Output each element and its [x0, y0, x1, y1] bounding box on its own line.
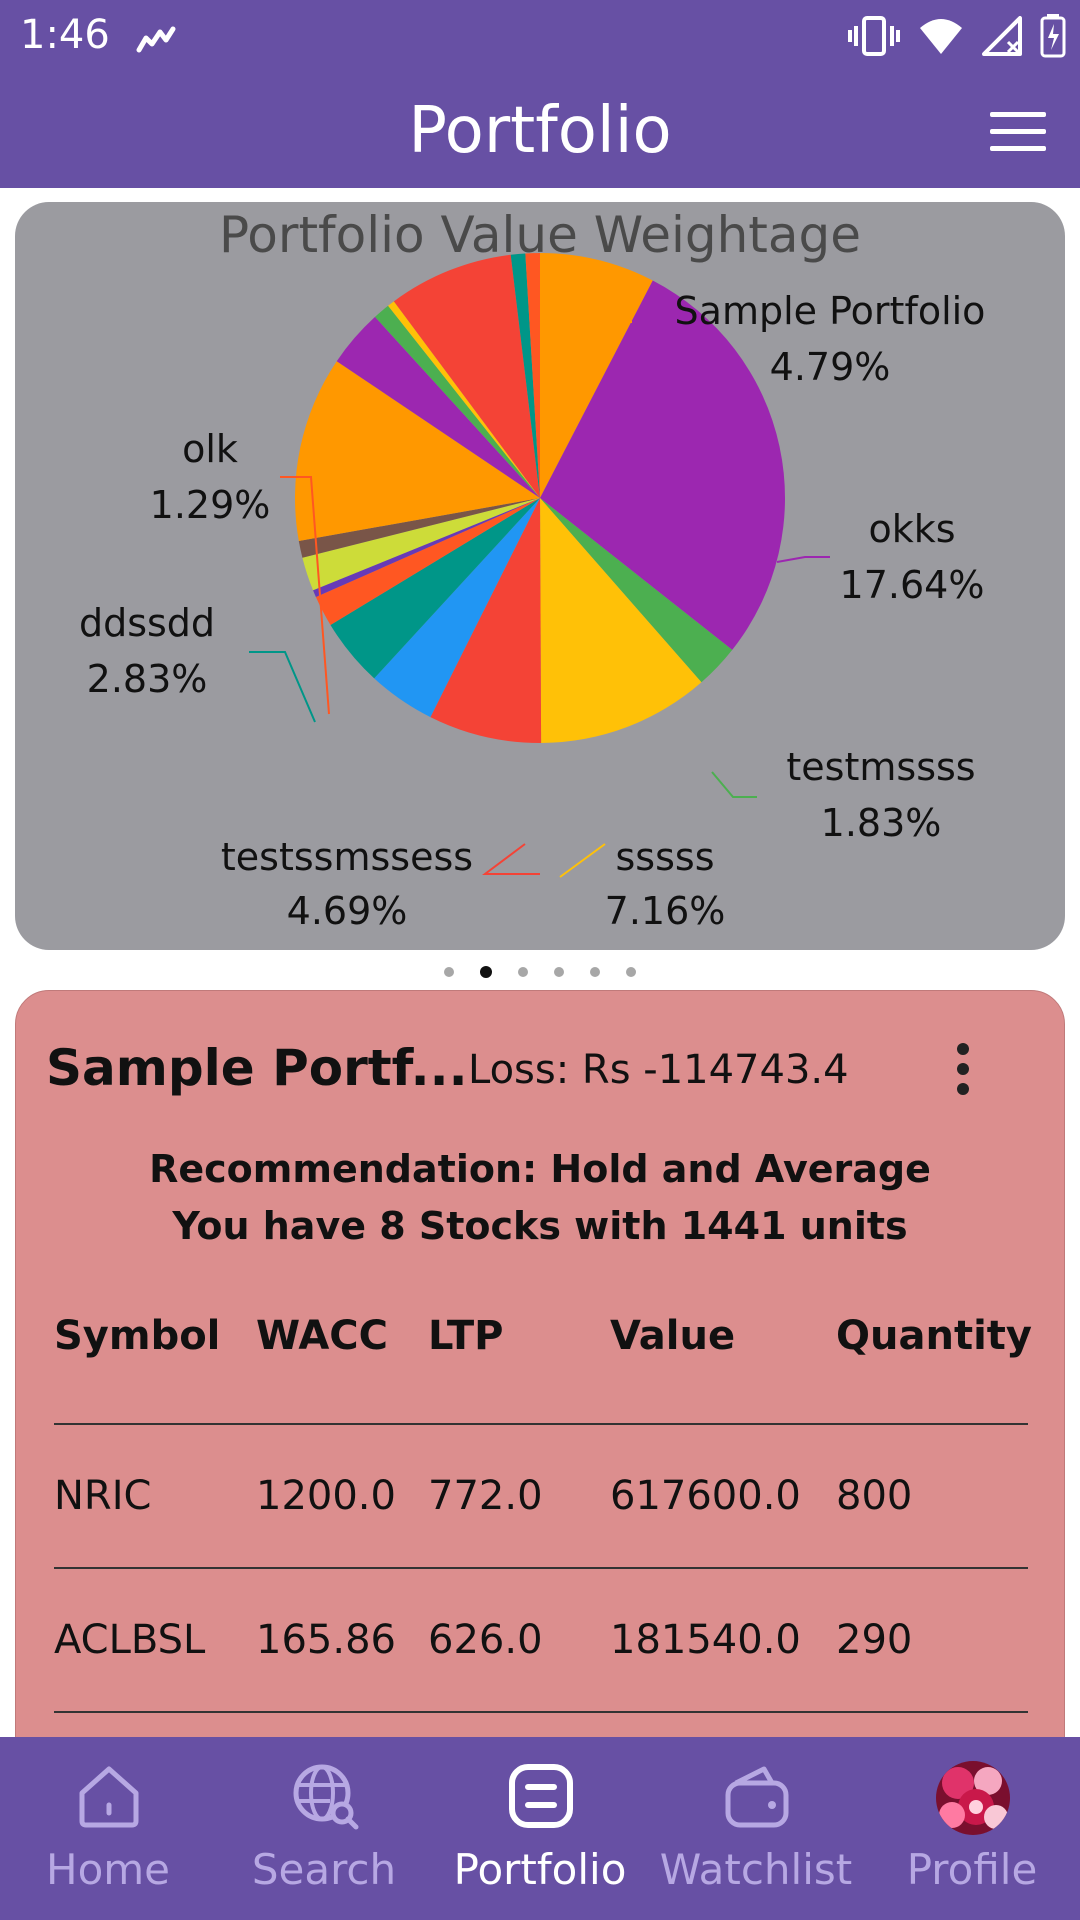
- chart-card[interactable]: Portfolio Value Weightage Sample Portfol…: [15, 202, 1065, 950]
- slice-percent: 4.69%: [287, 889, 408, 933]
- nav-label: Profile: [906, 1845, 1038, 1894]
- loss-label: Loss: Rs -114743.4: [468, 1047, 849, 1093]
- cell-wacc: 165.86: [256, 1617, 396, 1663]
- portfolio-icon: [509, 1764, 573, 1828]
- column-header-symbol: Symbol: [54, 1313, 221, 1359]
- nav-label: Portfolio: [453, 1845, 627, 1894]
- column-header-value: Value: [610, 1313, 736, 1359]
- table-header: Symbol WACC LTP Value Quantity: [54, 1313, 1032, 1413]
- leader-line: [711, 771, 757, 798]
- wallet-icon: [725, 1766, 789, 1828]
- slice-label: ddssdd: [79, 601, 215, 645]
- avatar-image: [936, 1761, 1010, 1835]
- nav-item-watchlist[interactable]: Watchlist: [648, 1737, 864, 1920]
- recommendation-text: Recommendation: Hold and Average: [149, 1147, 931, 1191]
- slice-label: Sample Portfolio: [675, 289, 986, 333]
- menu-button[interactable]: [990, 112, 1046, 152]
- status-time: 1:46: [20, 12, 110, 58]
- nav-item-profile[interactable]: Profile: [864, 1737, 1080, 1920]
- app-bar: Portfolio: [0, 76, 1080, 188]
- portfolio-name: Sample Portf...: [46, 1039, 468, 1097]
- nav-item-portfolio[interactable]: Portfolio: [432, 1737, 648, 1920]
- avatar: [936, 1761, 1010, 1835]
- table-row[interactable]: NRIC 1200.0 772.0 617600.0 800: [54, 1423, 1028, 1567]
- notification-icon: [136, 26, 176, 53]
- cell-ltp: 772.0: [428, 1473, 543, 1519]
- vibrate-icon: [848, 16, 900, 56]
- pager-dots: [0, 966, 1080, 978]
- slice-label: testmssss: [786, 745, 975, 789]
- slice-label: sssss: [616, 835, 715, 879]
- cell-symbol: ACLBSL: [54, 1617, 206, 1663]
- slice-percent: 2.83%: [87, 657, 208, 701]
- cell-ltp: 626.0: [428, 1617, 543, 1663]
- column-header-wacc: WACC: [256, 1313, 388, 1359]
- pager-dot[interactable]: [590, 967, 600, 977]
- pager-dot[interactable]: [626, 967, 636, 977]
- nav-item-search[interactable]: Search: [216, 1737, 432, 1920]
- leader-line: [482, 843, 540, 875]
- menu-icon-line: [990, 146, 1046, 151]
- globe-search-icon: [293, 1764, 359, 1830]
- leader-line: [559, 843, 606, 878]
- slice-label: olk: [182, 427, 238, 471]
- menu-icon-line: [990, 112, 1046, 117]
- battery-icon: [1040, 14, 1066, 58]
- column-header-quantity: Quantity: [836, 1313, 1032, 1359]
- menu-icon-line: [990, 129, 1046, 134]
- more-icon-dot: [957, 1063, 969, 1075]
- cell-quantity: 290: [836, 1617, 913, 1663]
- slice-percent: 7.16%: [605, 889, 726, 933]
- cell-value: 181540.0: [610, 1617, 801, 1663]
- home-icon: [79, 1766, 139, 1828]
- pager-dot-active[interactable]: [480, 966, 492, 978]
- signal-icon: [982, 16, 1022, 56]
- table-row[interactable]: ACLBSL 165.86 626.0 181540.0 290: [54, 1567, 1028, 1711]
- slice-label: testssmssess: [221, 835, 473, 879]
- portfolio-card[interactable]: Sample Portf... Loss: Rs -114743.4 Recom…: [15, 990, 1065, 1750]
- nav-label: Watchlist: [659, 1845, 853, 1894]
- pager-dot[interactable]: [444, 967, 454, 977]
- leader-line: [249, 651, 316, 723]
- nav-item-home[interactable]: Home: [0, 1737, 216, 1920]
- cell-wacc: 1200.0: [256, 1473, 396, 1519]
- pager-dot[interactable]: [518, 967, 528, 977]
- page-title: Portfolio: [408, 94, 672, 168]
- leader-line: [776, 556, 830, 563]
- slice-percent: 17.64%: [840, 563, 985, 607]
- column-header-ltp: LTP: [428, 1313, 504, 1359]
- slice-percent: 4.79%: [770, 345, 891, 389]
- nav-label: Home: [45, 1845, 171, 1894]
- cell-symbol: NRIC: [54, 1473, 152, 1519]
- slice-percent: 1.83%: [821, 801, 942, 845]
- pie-chart: Portfolio Value Weightage Sample Portfol…: [79, 206, 986, 933]
- bottom-nav: Home Search Portfolio Watchlist Profile: [0, 1737, 1080, 1920]
- status-bar: 1:46: [0, 0, 1080, 76]
- more-icon-dot: [957, 1083, 969, 1095]
- slice-percent: 1.29%: [150, 483, 271, 527]
- wifi-icon: [920, 19, 962, 54]
- more-icon-dot: [957, 1043, 969, 1055]
- slice-label: okks: [868, 507, 955, 551]
- status-icons: [848, 14, 1066, 58]
- cell-value: 617600.0: [610, 1473, 801, 1519]
- nav-label: Search: [251, 1845, 397, 1894]
- stocks-summary: You have 8 Stocks with 1441 units: [172, 1204, 908, 1248]
- more-options-button[interactable]: [951, 1043, 975, 1099]
- pager-dot[interactable]: [554, 967, 564, 977]
- cell-quantity: 800: [836, 1473, 913, 1519]
